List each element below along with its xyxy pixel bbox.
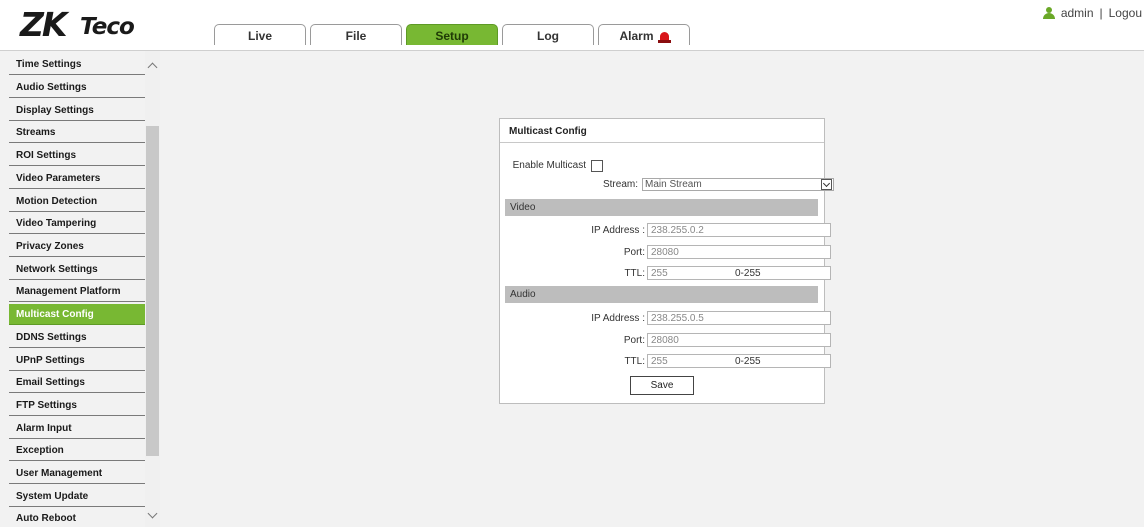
sidebar-item-ddns-settings[interactable]: DDNS Settings	[9, 327, 145, 348]
sidebar-item-streams[interactable]: Streams	[9, 122, 145, 143]
stream-select-value: Main Stream	[645, 179, 702, 190]
sidebar-item-management-platform[interactable]: Management Platform	[9, 281, 145, 302]
audio-ip-field[interactable]: 238.255.0.5	[647, 311, 831, 325]
video-port-label: Port:	[623, 247, 645, 258]
tab-label: Live	[247, 29, 272, 43]
top-header: ZK Teco Live File Setup Log Alarm admin |…	[0, 0, 1144, 50]
tab-setup[interactable]: Setup	[406, 24, 498, 45]
tab-label: File	[345, 29, 367, 43]
audio-ip-label: IP Address :	[591, 313, 645, 324]
sidebar-item-video-parameters[interactable]: Video Parameters	[9, 168, 145, 189]
tab-live[interactable]: Live	[214, 24, 306, 45]
tab-alarm[interactable]: Alarm	[598, 24, 690, 45]
user-separator: |	[1099, 6, 1103, 20]
alarm-siren-icon	[657, 32, 671, 43]
sidebar-item-time-settings[interactable]: Time Settings	[9, 54, 145, 75]
sidebar-item-motion-detection[interactable]: Motion Detection	[9, 191, 145, 212]
stream-select[interactable]: Main Stream	[642, 178, 834, 191]
tab-label: Setup	[435, 29, 469, 43]
sidebar-item-system-update[interactable]: System Update	[9, 486, 145, 507]
panel-title: Multicast Config	[500, 119, 824, 143]
sidebar-item-privacy-zones[interactable]: Privacy Zones	[9, 236, 145, 257]
scroll-up-icon[interactable]	[147, 60, 158, 73]
scroll-down-icon[interactable]	[147, 508, 158, 519]
content-area: Multicast Config Enable Multicast Stream…	[160, 51, 1144, 527]
logo-secondary-text: Teco	[80, 14, 135, 40]
video-ip-field[interactable]: 238.255.0.2	[647, 223, 831, 237]
sidebar-item-multicast-config[interactable]: Multicast Config	[9, 304, 145, 325]
video-port-field[interactable]: 28080	[647, 245, 831, 259]
sidebar: Time Settings Audio Settings Display Set…	[0, 51, 145, 527]
enable-multicast-checkbox[interactable]	[591, 160, 603, 172]
audio-ttl-range: 0-255	[735, 356, 761, 367]
save-button[interactable]: Save	[630, 376, 694, 395]
audio-ttl-label: TTL:	[624, 356, 645, 367]
tab-label: Alarm	[619, 29, 654, 43]
sidebar-item-roi-settings[interactable]: ROI Settings	[9, 145, 145, 166]
chevron-down-icon[interactable]	[821, 179, 832, 190]
tab-label: Log	[537, 29, 559, 43]
enable-multicast-label: Enable Multicast	[512, 160, 586, 171]
sidebar-scrollbar[interactable]	[145, 51, 160, 527]
username[interactable]: admin	[1061, 6, 1094, 20]
multicast-config-panel: Multicast Config Enable Multicast Stream…	[499, 118, 834, 404]
main-frame: Time Settings Audio Settings Display Set…	[0, 50, 1144, 527]
sidebar-item-exception[interactable]: Exception	[9, 440, 145, 461]
audio-port-field[interactable]: 28080	[647, 333, 831, 347]
sidebar-item-ftp-settings[interactable]: FTP Settings	[9, 395, 145, 416]
sidebar-item-user-management[interactable]: User Management	[9, 463, 145, 484]
sidebar-item-auto-reboot[interactable]: Auto Reboot	[9, 508, 145, 527]
scrollbar-thumb[interactable]	[146, 126, 159, 456]
sidebar-item-audio-settings[interactable]: Audio Settings	[9, 77, 145, 98]
video-section-header: Video	[505, 199, 818, 216]
sidebar-item-upnp-settings[interactable]: UPnP Settings	[9, 350, 145, 371]
user-area: admin | Logou	[1042, 6, 1142, 20]
sidebar-item-display-settings[interactable]: Display Settings	[9, 100, 145, 121]
sidebar-item-network-settings[interactable]: Network Settings	[9, 259, 145, 280]
video-ttl-label: TTL:	[624, 268, 645, 279]
logo-primary-text: ZK	[20, 5, 67, 44]
audio-section-header: Audio	[505, 286, 818, 303]
sidebar-item-video-tampering[interactable]: Video Tampering	[9, 213, 145, 234]
sidebar-item-alarm-input[interactable]: Alarm Input	[9, 418, 145, 439]
video-ip-label: IP Address :	[591, 225, 645, 236]
logout-link[interactable]: Logou	[1109, 6, 1142, 20]
sidebar-item-email-settings[interactable]: Email Settings	[9, 372, 145, 393]
stream-label: Stream:	[602, 179, 638, 190]
user-icon	[1042, 7, 1055, 19]
tab-file[interactable]: File	[310, 24, 402, 45]
tab-log[interactable]: Log	[502, 24, 594, 45]
audio-port-label: Port:	[623, 335, 645, 346]
video-ttl-range: 0-255	[735, 268, 761, 279]
